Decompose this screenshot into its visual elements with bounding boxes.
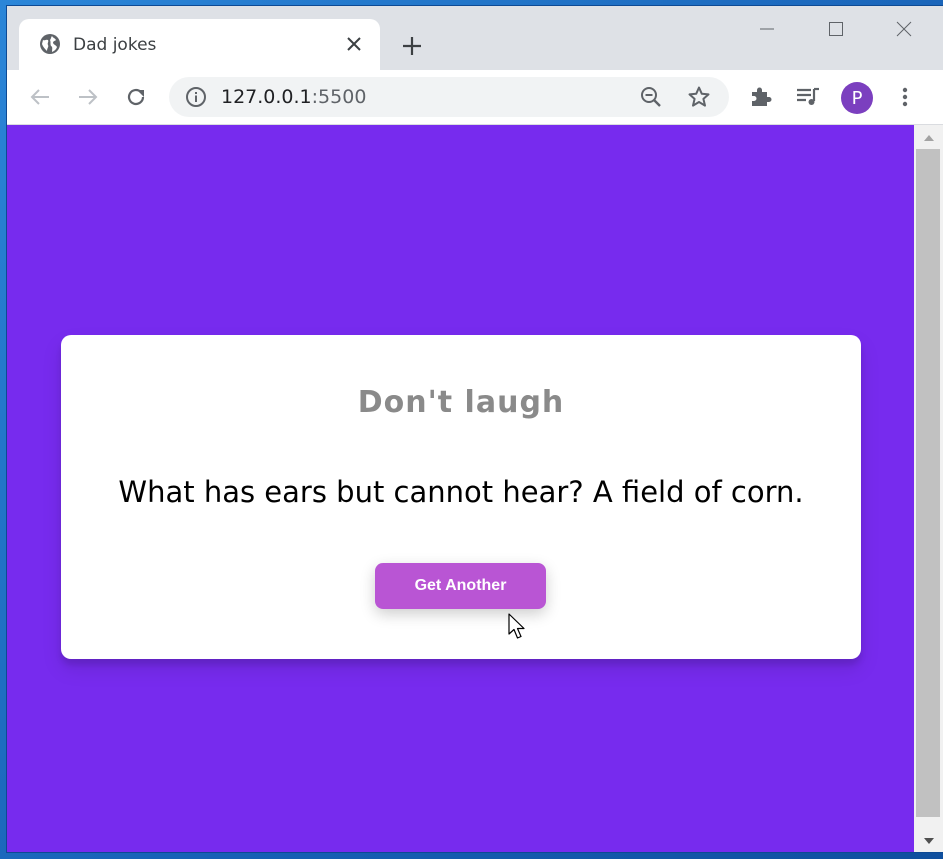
get-another-button[interactable]: Get Another — [375, 563, 546, 609]
playlist-icon[interactable] — [793, 82, 823, 112]
address-bar[interactable]: 127.0.0.1:5500 — [169, 77, 729, 117]
arrow-right-icon[interactable] — [73, 82, 103, 112]
scroll-down-arrow-icon[interactable] — [914, 831, 943, 851]
tab-strip: Dad jokes — [7, 6, 943, 70]
page-viewport: Don't laugh What has ears but cannot hea… — [7, 125, 914, 852]
joke-text: What has ears but cannot hear? A field o… — [118, 475, 804, 509]
url-host: 127.0.0.1 — [221, 86, 312, 108]
minimize-icon[interactable] — [747, 14, 787, 44]
browser-window: Dad jokes 127.0.0.1:5500 P Don't laugh W… — [7, 6, 943, 852]
puzzle-icon[interactable] — [745, 82, 775, 112]
page-title: Don't laugh — [357, 385, 565, 420]
zoom-out-icon[interactable] — [639, 85, 663, 109]
url-port: :5500 — [311, 86, 367, 108]
globe-icon — [39, 33, 61, 55]
info-icon[interactable] — [185, 86, 207, 108]
browser-toolbar: 127.0.0.1:5500 P — [7, 70, 943, 125]
tab-dad-jokes[interactable]: Dad jokes — [19, 19, 380, 70]
arrow-left-icon[interactable] — [25, 82, 55, 112]
avatar[interactable]: P — [841, 82, 873, 114]
joke-card: Don't laugh What has ears but cannot hea… — [61, 335, 861, 659]
url-text: 127.0.0.1:5500 — [221, 86, 366, 108]
mouse-pointer-icon — [508, 613, 528, 641]
maximize-icon[interactable] — [816, 14, 856, 44]
vertical-scrollbar[interactable] — [914, 125, 943, 852]
scrollbar-thumb[interactable] — [916, 149, 940, 817]
tab-title: Dad jokes — [73, 35, 157, 55]
reload-icon[interactable] — [121, 82, 151, 112]
window-close-icon[interactable] — [884, 14, 924, 44]
scroll-up-arrow-icon[interactable] — [914, 128, 943, 148]
plus-icon[interactable] — [397, 31, 427, 61]
close-icon[interactable] — [341, 31, 367, 57]
kebab-menu-icon[interactable] — [890, 82, 920, 112]
star-icon[interactable] — [687, 85, 711, 109]
